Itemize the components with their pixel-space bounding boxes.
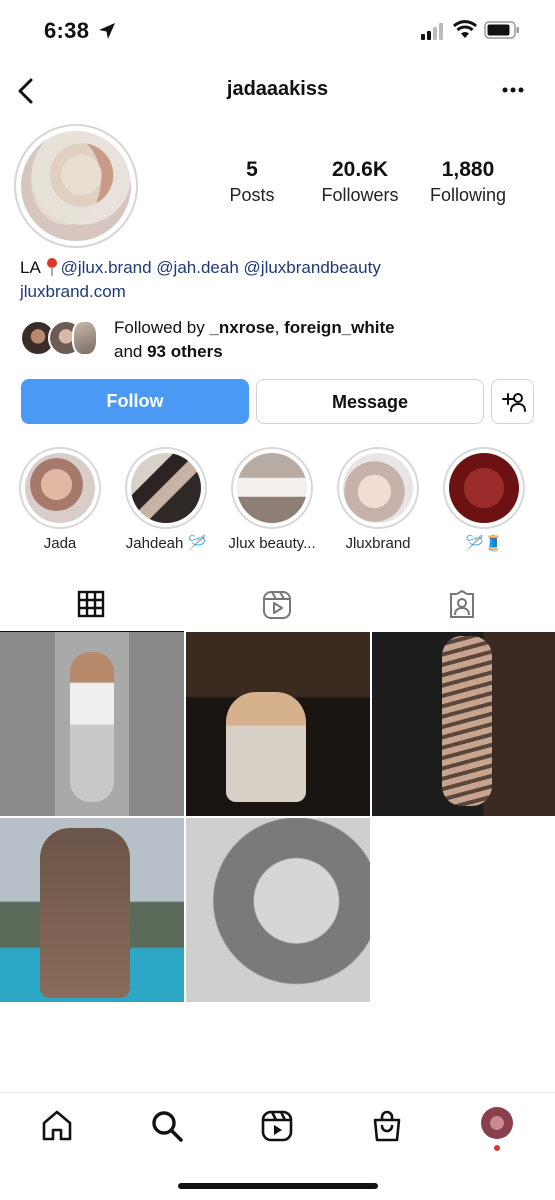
highlight-label: 🪡🧵 xyxy=(465,535,503,552)
story-highlights: Jada Jahdeah 🪡 Jlux beauty... Jluxbrand … xyxy=(0,447,555,557)
followed-by-user-2: foreign_white xyxy=(284,318,395,337)
stat-posts-label: Posts xyxy=(229,185,275,205)
post-thumbnail[interactable] xyxy=(186,818,370,1002)
followed-by-separator: , xyxy=(274,318,285,337)
status-time: 6:38 xyxy=(44,18,90,43)
bio-website-link[interactable]: jluxbrand.com xyxy=(20,280,381,304)
highlight-cover xyxy=(25,453,95,523)
highlight-jluxbrand[interactable]: Jluxbrand xyxy=(326,447,430,553)
post-thumbnail[interactable] xyxy=(0,818,184,1002)
tab-reels[interactable] xyxy=(185,580,370,632)
tab-tagged[interactable] xyxy=(370,580,555,632)
stat-posts-count: 5 xyxy=(246,158,258,181)
highlight-label: Jluxbrand xyxy=(345,535,411,552)
suggested-users-button[interactable] xyxy=(491,379,534,424)
highlight-jahdeah[interactable]: Jahdeah 🪡 xyxy=(114,447,218,553)
post-figure xyxy=(70,652,114,802)
status-bar: 6:38 xyxy=(0,0,555,62)
stat-following-label: Following xyxy=(429,185,507,205)
tagged-person-icon xyxy=(450,590,474,618)
highlight-cover xyxy=(131,453,201,523)
highlight-label: Jada xyxy=(43,535,77,552)
highlight-cover xyxy=(343,453,413,523)
followed-by-user-1: _nxrose xyxy=(209,318,275,337)
wifi-icon xyxy=(452,20,478,38)
bio-line: LA @jlux.brand @jah.deah @jluxbrandbeaut… xyxy=(20,256,381,280)
stat-following[interactable]: 1,880 Following xyxy=(416,157,520,207)
bio-location: LA xyxy=(20,258,40,277)
post-thumbnail[interactable] xyxy=(0,632,184,816)
mention-jah-deah[interactable]: @jah.deah xyxy=(156,258,239,277)
profile-username: jadaaakiss xyxy=(226,78,329,100)
stat-followers-label: Followers xyxy=(321,185,399,205)
post-figure xyxy=(442,636,492,806)
notification-dot xyxy=(494,1145,500,1151)
search-icon[interactable] xyxy=(150,1109,184,1143)
home-icon[interactable] xyxy=(40,1109,74,1143)
highlight-label: Jlux beauty... xyxy=(228,535,316,552)
post-thumbnail[interactable] xyxy=(372,632,555,816)
followed-by-and: and xyxy=(114,342,148,361)
message-button[interactable]: Message xyxy=(256,379,484,424)
battery-icon xyxy=(484,21,519,39)
profile-bio: LA @jlux.brand @jah.deah @jluxbrandbeaut… xyxy=(20,256,381,304)
highlight-cover xyxy=(449,453,519,523)
home-indicator xyxy=(178,1183,378,1189)
followed-by-text: Followed by _nxrose, foreign_white and 9… xyxy=(114,316,395,364)
follow-button[interactable]: Follow xyxy=(21,379,249,424)
highlight-label: Jahdeah 🪡 xyxy=(125,535,207,552)
profile-header: jadaaakiss xyxy=(0,68,555,114)
reels-icon xyxy=(263,591,291,619)
map-pin-icon xyxy=(46,258,57,276)
profile-avatar-tab[interactable] xyxy=(481,1107,513,1139)
followed-by-prefix: Followed by xyxy=(114,318,210,337)
more-options-icon[interactable] xyxy=(498,78,528,102)
shop-icon[interactable] xyxy=(370,1109,404,1143)
profile-avatar[interactable] xyxy=(14,124,138,248)
highlight-jlux-beauty[interactable]: Jlux beauty... xyxy=(220,447,324,553)
stat-following-count: 1,880 xyxy=(441,158,495,181)
follower-avatar-3 xyxy=(72,320,98,356)
post-figure xyxy=(40,828,130,998)
add-person-icon xyxy=(501,393,526,412)
post-thumbnail[interactable] xyxy=(186,632,370,816)
stat-followers[interactable]: 20.6K Followers xyxy=(308,157,412,207)
mention-jlux-brand[interactable]: @jlux.brand xyxy=(61,258,152,277)
profile-tabs xyxy=(0,580,555,633)
highlight-thread[interactable]: 🪡🧵 xyxy=(432,447,536,553)
grid-icon xyxy=(77,590,105,618)
stat-posts[interactable]: 5 Posts xyxy=(200,157,304,207)
tab-posts-grid[interactable] xyxy=(0,580,185,633)
stat-followers-count: 20.6K xyxy=(331,158,389,181)
mention-jluxbrandbeauty[interactable]: @jluxbrandbeauty xyxy=(244,258,381,277)
location-arrow-icon xyxy=(99,23,115,39)
highlight-cover xyxy=(237,453,307,523)
cellular-signal-icon xyxy=(421,23,443,40)
avatar-image xyxy=(21,131,131,241)
post-figure xyxy=(226,692,306,802)
highlight-jada[interactable]: Jada xyxy=(8,447,112,553)
followed-by-others: 93 others xyxy=(147,342,223,361)
followed-by[interactable]: Followed by _nxrose, foreign_white and 9… xyxy=(20,316,540,366)
profile-stats: 5 Posts 20.6K Followers 1,880 Following xyxy=(200,157,520,207)
reels-icon[interactable] xyxy=(260,1109,294,1143)
